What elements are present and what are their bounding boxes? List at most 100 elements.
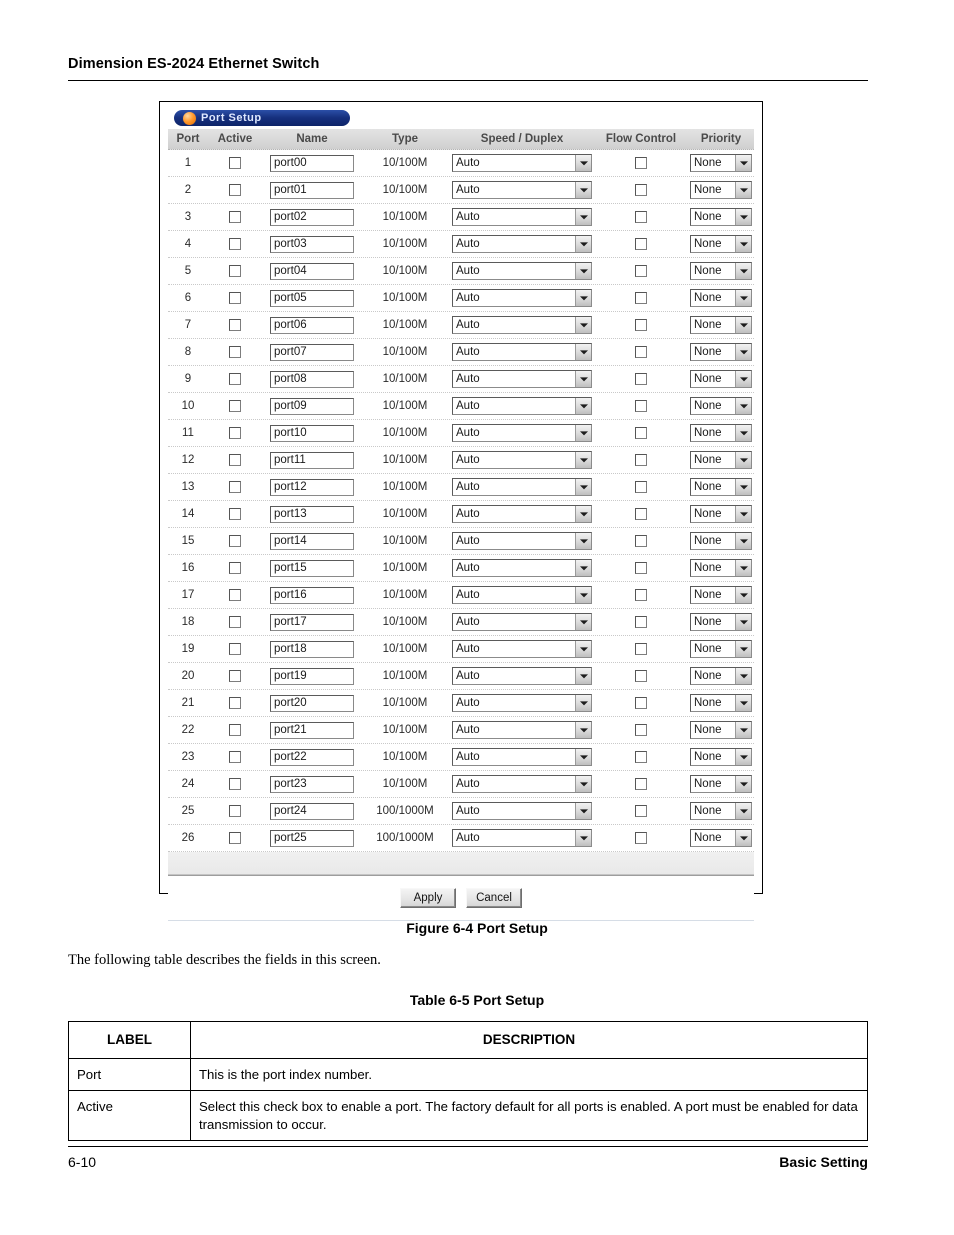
flow-control-checkbox[interactable]	[635, 265, 647, 277]
speed-duplex-select[interactable]: Auto	[452, 775, 592, 793]
chevron-down-icon[interactable]	[575, 614, 591, 630]
flow-control-checkbox[interactable]	[635, 697, 647, 709]
chevron-down-icon[interactable]	[575, 479, 591, 495]
chevron-down-icon[interactable]	[735, 452, 751, 468]
speed-duplex-select[interactable]: Auto	[452, 424, 592, 442]
priority-select[interactable]: None	[690, 640, 752, 658]
speed-duplex-select[interactable]: Auto	[452, 316, 592, 334]
speed-duplex-select[interactable]: Auto	[452, 451, 592, 469]
active-checkbox[interactable]	[229, 157, 241, 169]
flow-control-checkbox[interactable]	[635, 724, 647, 736]
active-checkbox[interactable]	[229, 832, 241, 844]
active-checkbox[interactable]	[229, 481, 241, 493]
chevron-down-icon[interactable]	[735, 668, 751, 684]
chevron-down-icon[interactable]	[575, 398, 591, 414]
speed-duplex-select[interactable]: Auto	[452, 343, 592, 361]
speed-duplex-select[interactable]: Auto	[452, 289, 592, 307]
priority-select[interactable]: None	[690, 397, 752, 415]
priority-select[interactable]: None	[690, 289, 752, 307]
flow-control-checkbox[interactable]	[635, 211, 647, 223]
chevron-down-icon[interactable]	[575, 749, 591, 765]
chevron-down-icon[interactable]	[735, 830, 751, 846]
apply-button[interactable]: Apply	[400, 888, 456, 908]
port-name-input[interactable]: port17	[270, 613, 354, 631]
port-name-input[interactable]: port15	[270, 559, 354, 577]
chevron-down-icon[interactable]	[735, 236, 751, 252]
chevron-down-icon[interactable]	[735, 695, 751, 711]
chevron-down-icon[interactable]	[735, 641, 751, 657]
chevron-down-icon[interactable]	[575, 506, 591, 522]
priority-select[interactable]: None	[690, 748, 752, 766]
chevron-down-icon[interactable]	[575, 155, 591, 171]
flow-control-checkbox[interactable]	[635, 427, 647, 439]
priority-select[interactable]: None	[690, 262, 752, 280]
active-checkbox[interactable]	[229, 400, 241, 412]
speed-duplex-select[interactable]: Auto	[452, 154, 592, 172]
speed-duplex-select[interactable]: Auto	[452, 667, 592, 685]
port-name-input[interactable]: port10	[270, 424, 354, 442]
port-name-input[interactable]: port22	[270, 748, 354, 766]
port-name-input[interactable]: port23	[270, 775, 354, 793]
chevron-down-icon[interactable]	[735, 182, 751, 198]
speed-duplex-select[interactable]: Auto	[452, 559, 592, 577]
active-checkbox[interactable]	[229, 724, 241, 736]
port-name-input[interactable]: port20	[270, 694, 354, 712]
chevron-down-icon[interactable]	[575, 560, 591, 576]
speed-duplex-select[interactable]: Auto	[452, 505, 592, 523]
active-checkbox[interactable]	[229, 508, 241, 520]
flow-control-checkbox[interactable]	[635, 373, 647, 385]
speed-duplex-select[interactable]: Auto	[452, 532, 592, 550]
priority-select[interactable]: None	[690, 721, 752, 739]
port-name-input[interactable]: port06	[270, 316, 354, 334]
priority-select[interactable]: None	[690, 478, 752, 496]
speed-duplex-select[interactable]: Auto	[452, 478, 592, 496]
active-checkbox[interactable]	[229, 589, 241, 601]
port-name-input[interactable]: port01	[270, 181, 354, 199]
active-checkbox[interactable]	[229, 616, 241, 628]
active-checkbox[interactable]	[229, 319, 241, 331]
priority-select[interactable]: None	[690, 613, 752, 631]
flow-control-checkbox[interactable]	[635, 508, 647, 520]
port-name-input[interactable]: port16	[270, 586, 354, 604]
active-checkbox[interactable]	[229, 697, 241, 709]
active-checkbox[interactable]	[229, 670, 241, 682]
active-checkbox[interactable]	[229, 292, 241, 304]
speed-duplex-select[interactable]: Auto	[452, 181, 592, 199]
chevron-down-icon[interactable]	[575, 776, 591, 792]
priority-select[interactable]: None	[690, 505, 752, 523]
chevron-down-icon[interactable]	[575, 587, 591, 603]
chevron-down-icon[interactable]	[735, 263, 751, 279]
speed-duplex-select[interactable]: Auto	[452, 802, 592, 820]
priority-select[interactable]: None	[690, 559, 752, 577]
port-name-input[interactable]: port14	[270, 532, 354, 550]
cancel-button[interactable]: Cancel	[466, 888, 522, 908]
flow-control-checkbox[interactable]	[635, 481, 647, 493]
chevron-down-icon[interactable]	[735, 344, 751, 360]
flow-control-checkbox[interactable]	[635, 589, 647, 601]
active-checkbox[interactable]	[229, 562, 241, 574]
chevron-down-icon[interactable]	[735, 317, 751, 333]
port-name-input[interactable]: port12	[270, 478, 354, 496]
chevron-down-icon[interactable]	[575, 722, 591, 738]
active-checkbox[interactable]	[229, 454, 241, 466]
flow-control-checkbox[interactable]	[635, 778, 647, 790]
chevron-down-icon[interactable]	[735, 587, 751, 603]
speed-duplex-select[interactable]: Auto	[452, 613, 592, 631]
port-name-input[interactable]: port13	[270, 505, 354, 523]
priority-select[interactable]: None	[690, 451, 752, 469]
priority-select[interactable]: None	[690, 802, 752, 820]
flow-control-checkbox[interactable]	[635, 670, 647, 682]
flow-control-checkbox[interactable]	[635, 400, 647, 412]
flow-control-checkbox[interactable]	[635, 832, 647, 844]
chevron-down-icon[interactable]	[735, 209, 751, 225]
port-name-input[interactable]: port25	[270, 829, 354, 847]
chevron-down-icon[interactable]	[735, 290, 751, 306]
flow-control-checkbox[interactable]	[635, 535, 647, 547]
priority-select[interactable]: None	[690, 667, 752, 685]
priority-select[interactable]: None	[690, 586, 752, 604]
active-checkbox[interactable]	[229, 373, 241, 385]
speed-duplex-select[interactable]: Auto	[452, 829, 592, 847]
speed-duplex-select[interactable]: Auto	[452, 694, 592, 712]
active-checkbox[interactable]	[229, 238, 241, 250]
chevron-down-icon[interactable]	[735, 614, 751, 630]
